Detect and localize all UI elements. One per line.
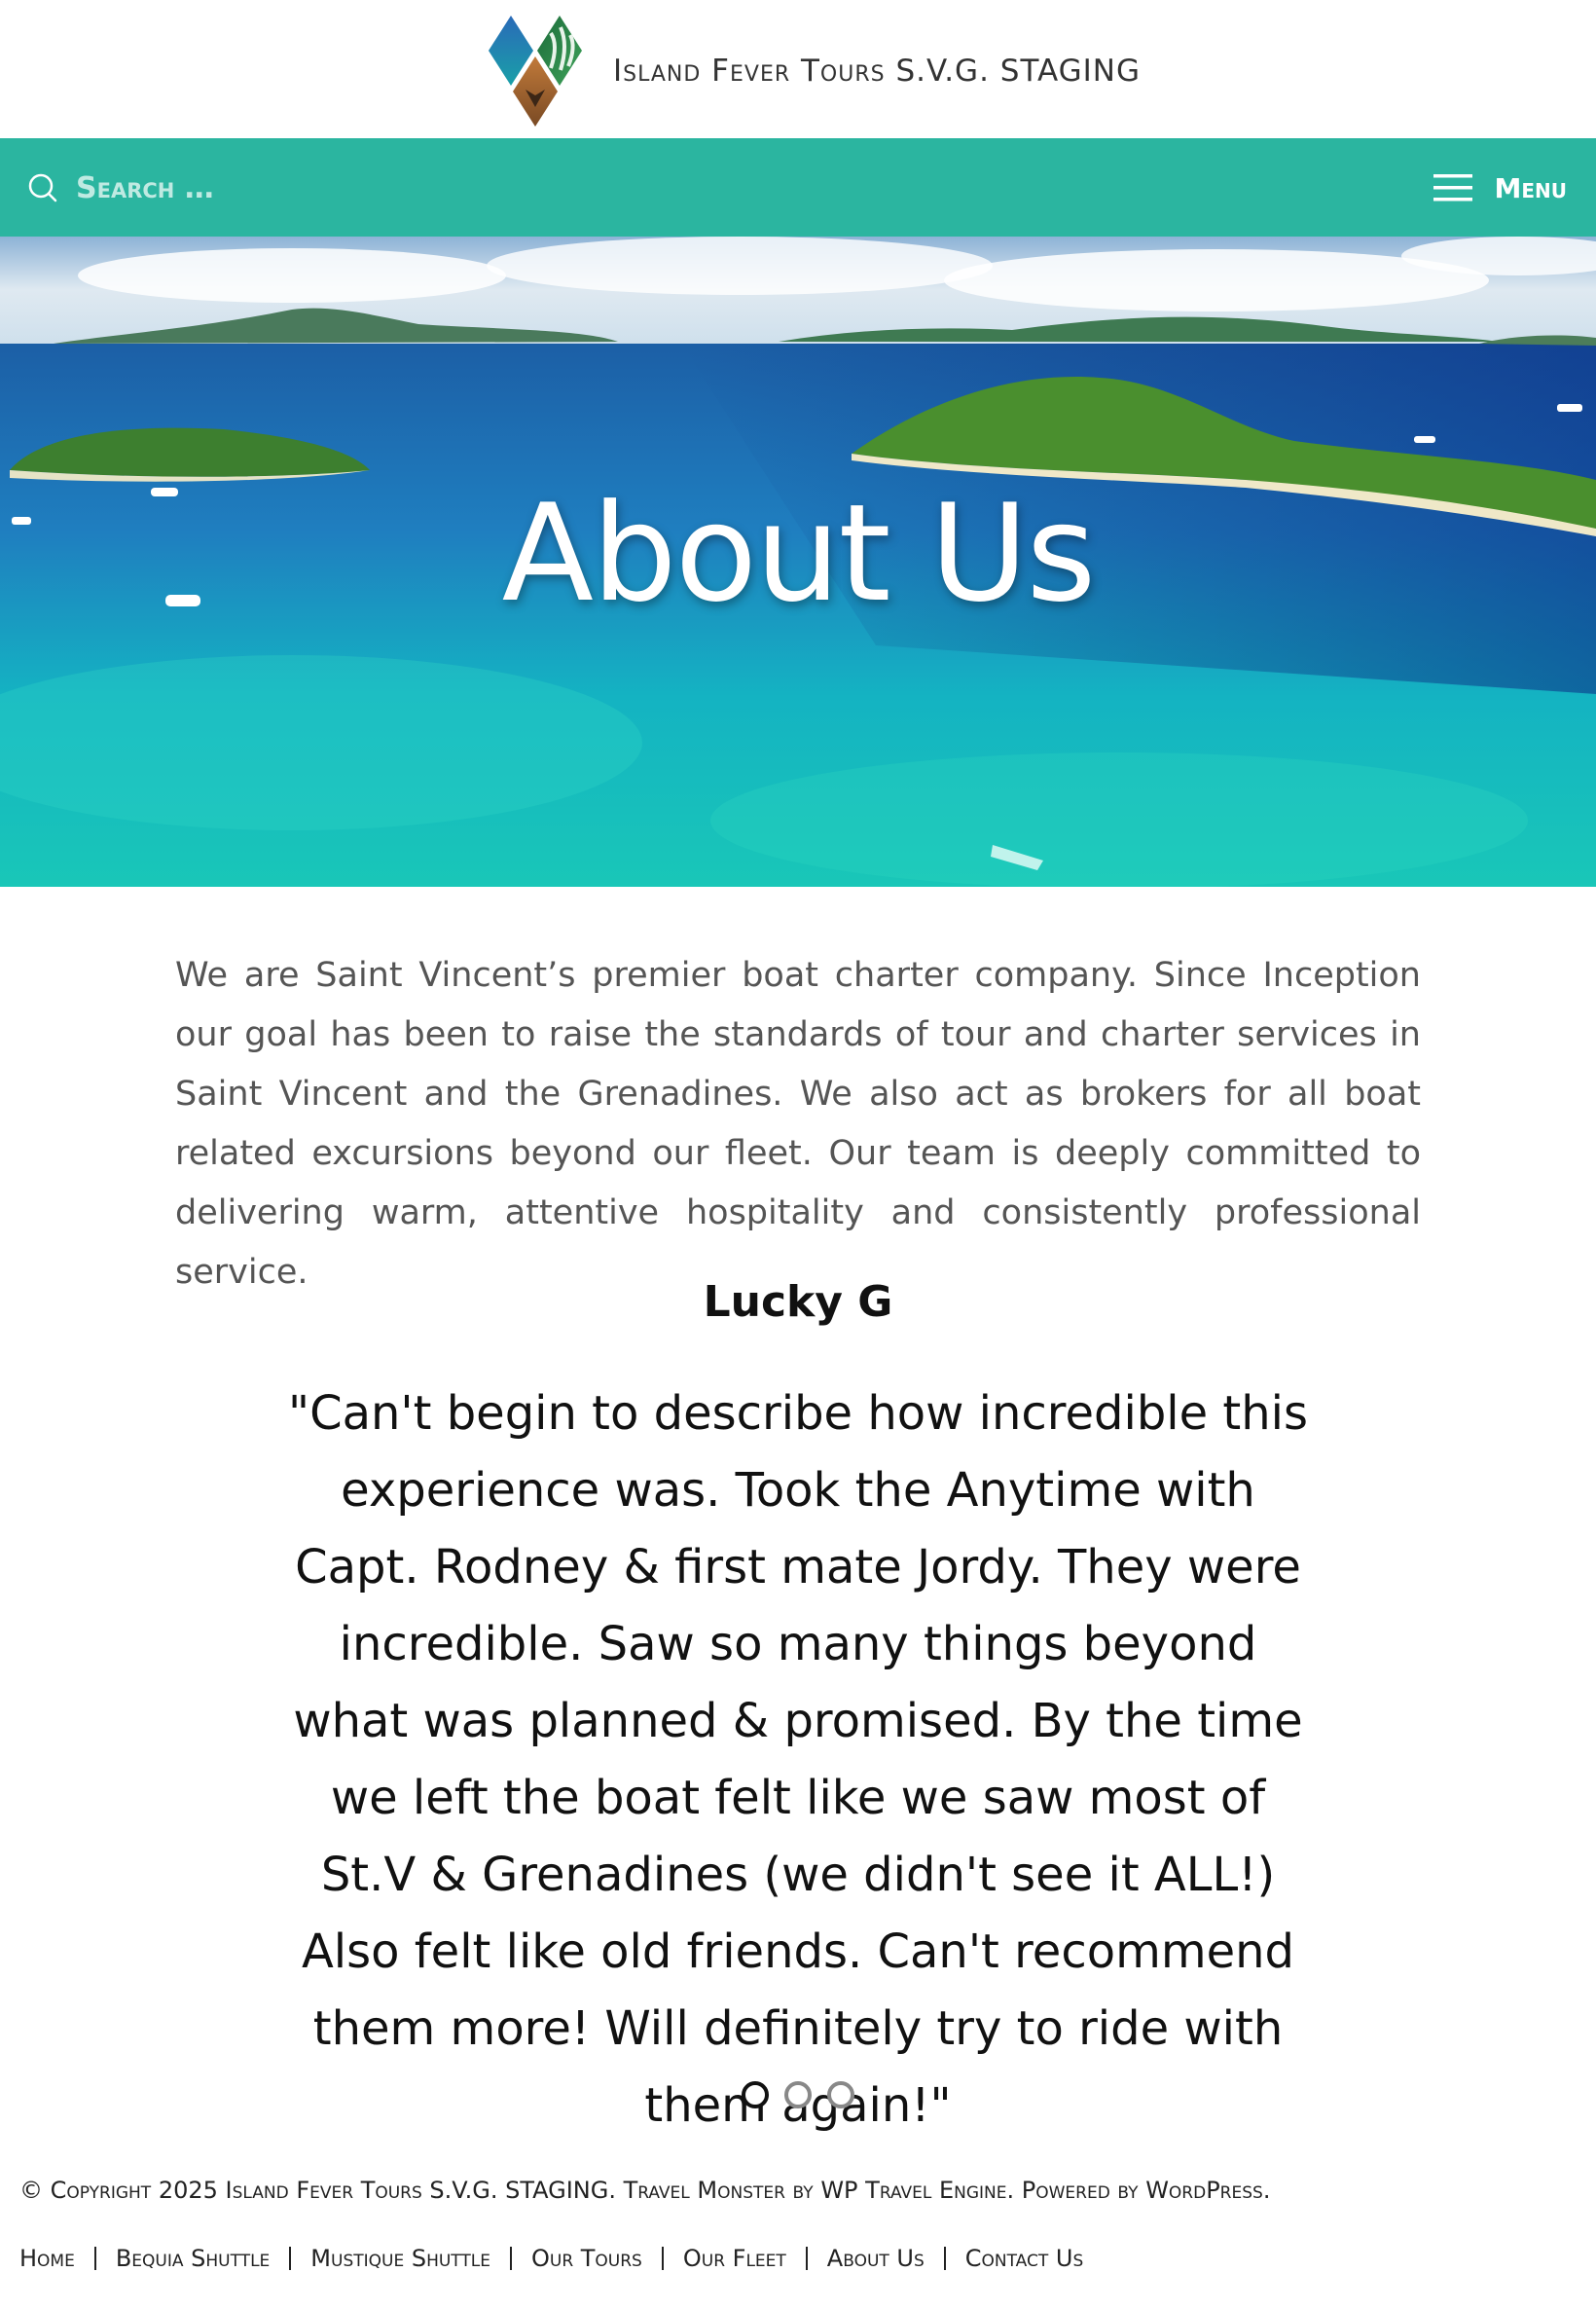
menu-label: Menu: [1494, 171, 1567, 204]
nav-separator: [289, 2247, 292, 2270]
theme-author-link[interactable]: WP Travel Engine: [820, 2177, 1006, 2204]
hero-banner: About Us: [0, 237, 1596, 887]
copyright: © Copyright 2025 Island Fever Tours S.V.…: [19, 2177, 1270, 2204]
nav-separator: [661, 2247, 664, 2270]
slider-dot-3[interactable]: [827, 2081, 854, 2108]
footer-link-our-tours[interactable]: Our Tours: [531, 2245, 642, 2272]
copyright-prefix: © Copyright 2025: [19, 2177, 218, 2204]
powered-text: . Powered by: [1006, 2177, 1139, 2204]
footer-site-link[interactable]: Island Fever Tours S.V.G. STAGING: [226, 2177, 609, 2204]
menu-button[interactable]: Menu: [1432, 164, 1567, 212]
intro-paragraph: We are Saint Vincent’s premier boat char…: [175, 956, 1421, 1292]
brand[interactable]: Island Fever Tours S.V.G. STAGING: [487, 14, 1141, 128]
primary-navbar: Menu: [0, 138, 1596, 237]
slider-dot-2[interactable]: [784, 2081, 812, 2108]
footer-nav: Home Bequia Shuttle Mustique Shuttle Our…: [19, 2245, 1083, 2272]
testimonial-quote: "Can't begin to describe how incredible …: [287, 1386, 1308, 2133]
footer-link-about-us[interactable]: About Us: [827, 2245, 925, 2272]
slider-dot-1[interactable]: [742, 2081, 769, 2108]
nav-separator: [509, 2247, 512, 2270]
nav-separator: [943, 2247, 946, 2270]
footer-link-home[interactable]: Home: [19, 2245, 75, 2272]
footer-link-contact-us[interactable]: Contact Us: [965, 2245, 1084, 2272]
site-title[interactable]: Island Fever Tours S.V.G. STAGING: [613, 54, 1141, 89]
theme-text: . Travel Monster by: [608, 2177, 814, 2204]
testimonial-author: Lucky G: [703, 1277, 893, 1327]
page-title: About Us: [501, 475, 1097, 632]
search-icon[interactable]: [27, 172, 58, 203]
slider-pagination: [0, 2081, 1596, 2108]
nav-separator: [805, 2247, 808, 2270]
search-input[interactable]: [76, 170, 485, 205]
footer-link-bequia-shuttle[interactable]: Bequia Shuttle: [116, 2245, 270, 2272]
wordpress-link[interactable]: WordPress: [1145, 2177, 1263, 2204]
site-header: Island Fever Tours S.V.G. STAGING: [0, 0, 1596, 138]
hamburger-icon: [1433, 174, 1473, 202]
nav-separator: [93, 2247, 96, 2270]
copyright-end: .: [1262, 2177, 1271, 2204]
footer-link-mustique-shuttle[interactable]: Mustique Shuttle: [310, 2245, 490, 2272]
footer-link-our-fleet[interactable]: Our Fleet: [683, 2245, 786, 2272]
site-logo[interactable]: [487, 14, 594, 128]
search-form: [27, 164, 485, 212]
